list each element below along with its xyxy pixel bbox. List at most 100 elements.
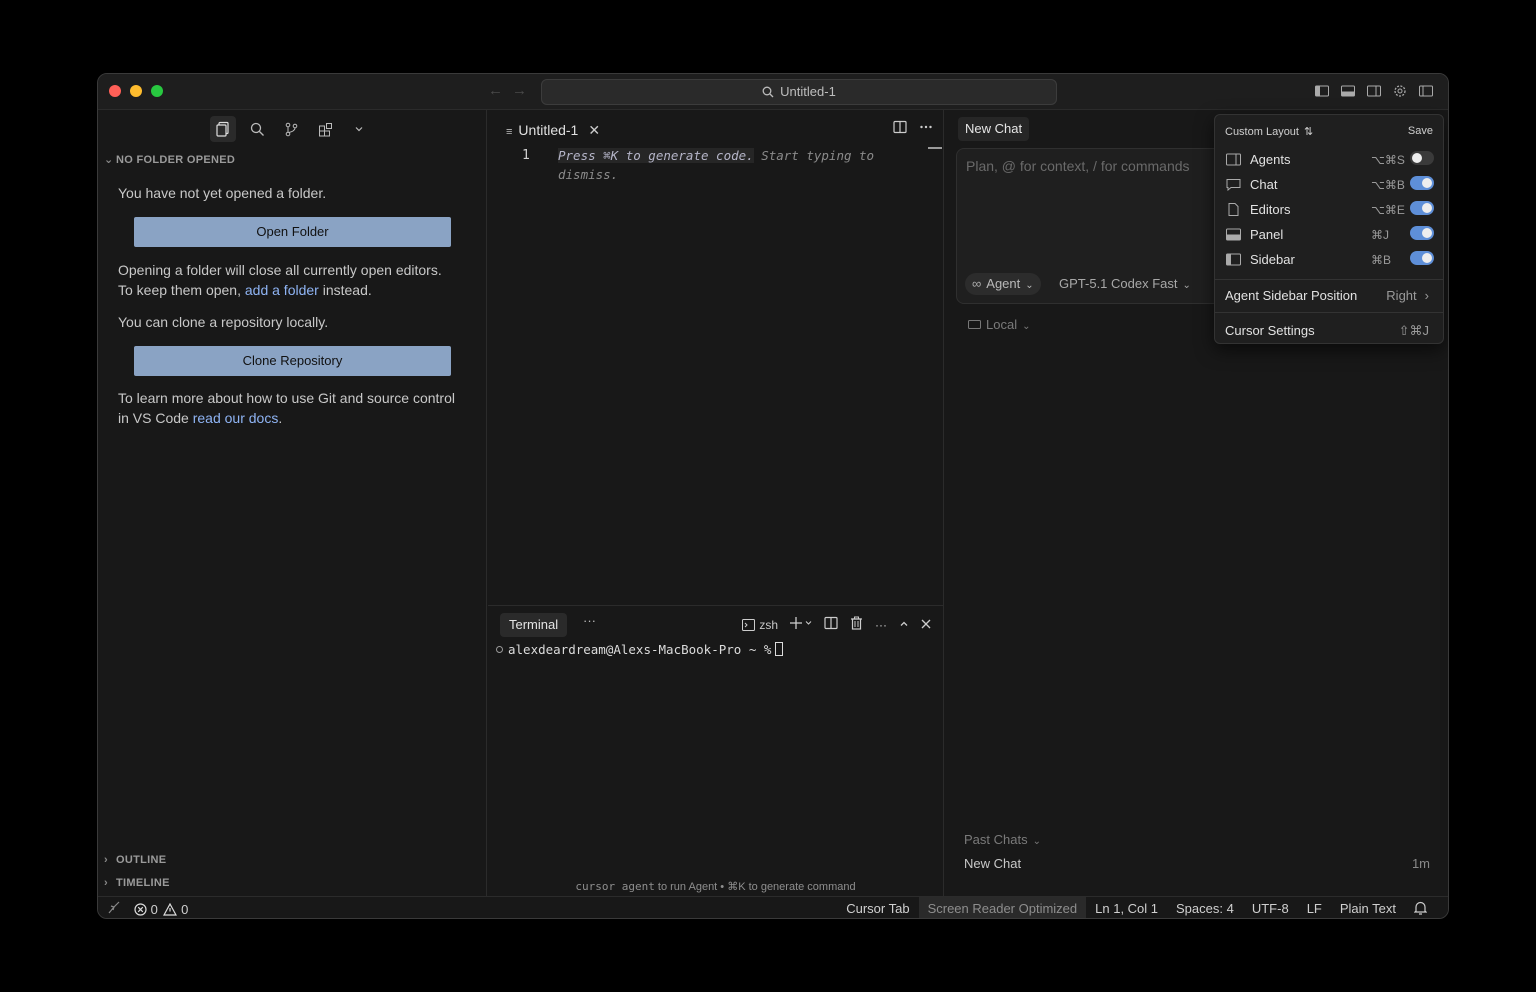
terminal-actions: zsh ··· xyxy=(742,616,931,633)
new-chat-tab[interactable]: New Chat xyxy=(958,117,1030,141)
split-editor-icon[interactable] xyxy=(893,120,907,137)
close-panel-icon[interactable] xyxy=(921,618,931,632)
close-icon[interactable]: ✕ xyxy=(588,122,600,138)
read-docs-link[interactable]: read our docs xyxy=(193,410,279,426)
panel-icon xyxy=(1226,228,1241,244)
agents-toggle-switch[interactable] xyxy=(1410,151,1434,165)
layout-toggle-agents[interactable]: Agents ⌥⌘S xyxy=(1215,148,1443,172)
past-chat-item[interactable]: New Chat xyxy=(964,856,1021,871)
terminal-prompt-line[interactable]: alexdeardream@Alexs-MacBook-Pro ~ % xyxy=(496,642,784,657)
source-control-icon[interactable] xyxy=(278,116,304,142)
terminal-cursor xyxy=(775,642,784,656)
chevron-right-icon: › xyxy=(1424,288,1429,303)
timeline-section-header[interactable]: › TIMELINE xyxy=(104,877,170,889)
customize-layout-icon[interactable] xyxy=(1418,83,1434,99)
chevron-down-icon: ⌄ xyxy=(104,154,114,166)
line-number: 1 xyxy=(522,148,530,163)
settings-gear-icon[interactable] xyxy=(1392,83,1408,99)
model-selector[interactable]: GPT-5.1 Codex Fast ⌄ xyxy=(1059,273,1191,295)
cursor-position-status[interactable]: Ln 1, Col 1 xyxy=(1086,897,1167,918)
close-editors-message: Opening a folder will close all currentl… xyxy=(118,262,442,298)
layout-toggle-editors[interactable]: Editors ⌥⌘E xyxy=(1215,198,1443,222)
infinity-icon: ∞ xyxy=(972,276,982,291)
more-actions-icon[interactable]: ··· xyxy=(875,618,887,632)
chevron-down-icon[interactable] xyxy=(346,116,372,142)
learn-git-message: To learn more about how to use Git and s… xyxy=(118,390,455,426)
indentation-status[interactable]: Spaces: 4 xyxy=(1167,897,1243,918)
split-terminal-icon[interactable] xyxy=(824,616,838,633)
sidebar-toggle-switch[interactable] xyxy=(1410,251,1434,265)
extensions-icon[interactable] xyxy=(312,116,338,142)
terminal-panel: Terminal ··· zsh ··· alexdeardream@Alexs… xyxy=(488,605,943,896)
language-mode-status[interactable]: Plain Text xyxy=(1331,897,1405,918)
past-chat-time: 1m xyxy=(1411,856,1430,871)
search-icon xyxy=(762,86,774,98)
terminal-icon xyxy=(742,618,756,631)
layout-toggle-sidebar[interactable]: Sidebar ⌘B xyxy=(1215,248,1443,272)
panel-toggle-switch[interactable] xyxy=(1410,226,1434,240)
explorer-files-icon[interactable] xyxy=(210,116,236,142)
panel-more-icon[interactable]: ··· xyxy=(583,613,596,628)
encoding-status[interactable]: UTF-8 xyxy=(1243,897,1298,918)
forward-arrow-icon[interactable]: → xyxy=(512,82,527,99)
eol-status[interactable]: LF xyxy=(1298,897,1331,918)
layout-toggle-panel[interactable]: Panel ⌘J xyxy=(1215,223,1443,247)
open-folder-button[interactable]: Open Folder xyxy=(134,217,451,247)
outline-section-header[interactable]: › OUTLINE xyxy=(104,854,166,866)
editor-tabbar: ≡ Untitled-1 ✕ xyxy=(488,110,943,148)
agents-panel-icon xyxy=(1226,153,1241,169)
status-bar: 0 0 Cursor Tab Screen Reader Optimized L… xyxy=(98,896,1448,918)
chevron-right-icon: › xyxy=(104,854,108,866)
problems-indicator[interactable]: 0 0 xyxy=(134,902,188,917)
clone-repository-button[interactable]: Clone Repository xyxy=(134,346,451,376)
sidebar-icon xyxy=(1226,253,1241,269)
chat-toggle-switch[interactable] xyxy=(1410,176,1434,190)
chevron-down-icon: ⌄ xyxy=(1032,836,1041,847)
screen-reader-status[interactable]: Screen Reader Optimized xyxy=(918,897,1087,918)
chat-bubble-icon xyxy=(1226,178,1241,194)
layout-preset-selector[interactable]: Custom Layout ⇅ xyxy=(1225,125,1313,138)
terminal-tab[interactable]: Terminal xyxy=(500,613,568,637)
back-arrow-icon[interactable]: ← xyxy=(488,82,503,99)
warning-count: 0 xyxy=(181,901,189,917)
chevron-down-icon: ⌄ xyxy=(1025,280,1034,291)
add-folder-link[interactable]: add a folder xyxy=(245,282,319,298)
cursor-settings-item[interactable]: Cursor Settings xyxy=(1225,323,1315,338)
save-layout-button[interactable]: Save xyxy=(1408,125,1433,137)
chat-input-box[interactable]: Plan, @ for context, / for commands ∞ Age… xyxy=(956,148,1256,304)
toggle-panel-icon[interactable] xyxy=(1340,83,1356,99)
agent-sidebar-position-item[interactable]: Agent Sidebar Position xyxy=(1225,288,1357,303)
close-window-button[interactable] xyxy=(109,85,121,97)
toggle-secondary-sidebar-icon[interactable] xyxy=(1366,83,1382,99)
status-bar-right: Cursor Tab Screen Reader Optimized Ln 1,… xyxy=(837,897,1436,918)
editor-ghost-hint[interactable]: Press ⌘K to generate code. Start typing … xyxy=(558,146,938,184)
editors-toggle-switch[interactable] xyxy=(1410,201,1434,215)
maximize-window-button[interactable] xyxy=(151,85,163,97)
trash-icon[interactable] xyxy=(850,616,863,633)
status-bar-left: 0 0 xyxy=(108,901,188,917)
chat-input-placeholder: Plan, @ for context, / for commands xyxy=(966,158,1190,174)
layout-toggle-chat[interactable]: Chat ⌥⌘B xyxy=(1215,173,1443,197)
agent-sidebar-position-value[interactable]: Right › xyxy=(1386,288,1429,303)
terminal-shell-selector[interactable]: zsh xyxy=(742,618,778,632)
new-terminal-icon[interactable] xyxy=(790,617,812,632)
more-actions-icon[interactable] xyxy=(919,120,933,137)
toggle-primary-sidebar-icon[interactable] xyxy=(1314,83,1330,99)
app-window: ← → Untitled-1 ⌄ NO FOLDER OPENED You hav… xyxy=(97,73,1449,919)
remote-indicator-icon[interactable] xyxy=(108,901,120,917)
agent-mode-selector[interactable]: ∞ Agent ⌄ xyxy=(965,273,1041,295)
explorer-sidebar: ⌄ NO FOLDER OPENED You have not yet opene… xyxy=(98,110,487,896)
cursor-tab-status[interactable]: Cursor Tab xyxy=(837,897,918,918)
editor-tab[interactable]: ≡ Untitled-1 ✕ xyxy=(496,116,610,144)
search-icon[interactable] xyxy=(244,116,270,142)
chevron-right-icon: › xyxy=(104,877,108,889)
past-chats-header[interactable]: Past Chats ⌄ xyxy=(964,832,1041,847)
local-selector[interactable]: Local ⌄ xyxy=(968,317,1030,332)
no-folder-section-header[interactable]: ⌄ NO FOLDER OPENED xyxy=(104,153,235,166)
warning-icon xyxy=(163,902,178,916)
maximize-panel-icon[interactable] xyxy=(899,618,909,632)
minimize-window-button[interactable] xyxy=(130,85,142,97)
notifications-bell-icon[interactable] xyxy=(1405,897,1436,918)
clone-message: You can clone a repository locally. xyxy=(118,314,329,330)
command-center-search[interactable]: Untitled-1 xyxy=(541,79,1057,105)
